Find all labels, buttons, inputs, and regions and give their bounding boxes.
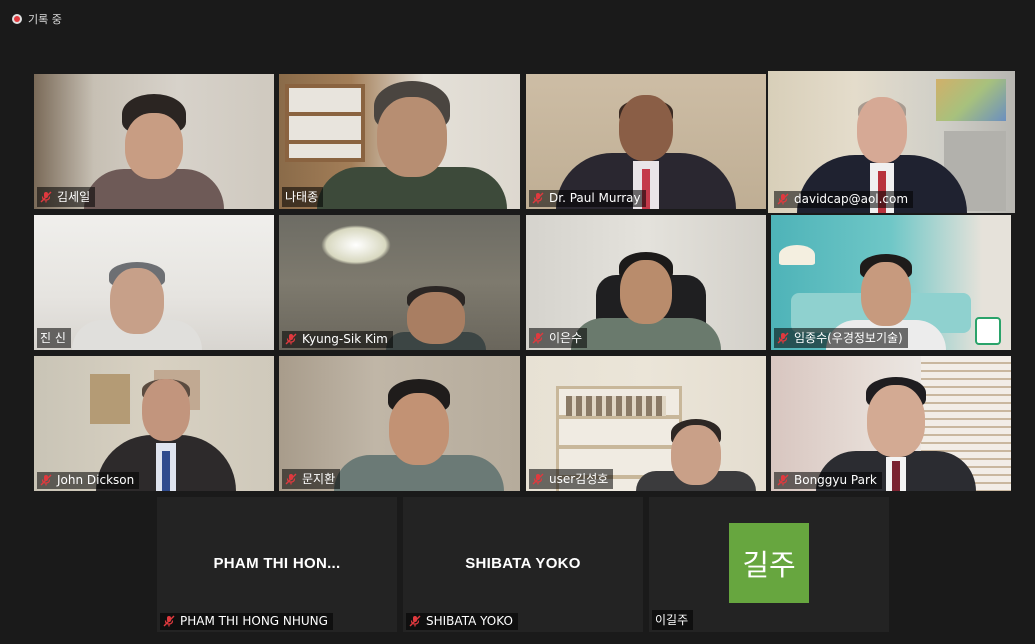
mic-muted-icon <box>285 473 297 485</box>
video-tile-10[interactable]: 문지환 <box>279 356 520 491</box>
mic-muted-icon <box>777 193 789 205</box>
participant-display-name: SHIBATA YOKO <box>465 555 581 572</box>
participant-name-tag: SHIBATA YOKO <box>406 613 518 630</box>
mic-muted-icon <box>285 333 297 345</box>
participant-name-tag: 나태종 <box>282 187 324 207</box>
participant-display-name: PHAM THI HON... <box>213 555 341 572</box>
mic-muted-icon <box>40 191 52 203</box>
participant-name-tag: 이길주 <box>652 610 694 630</box>
participant-name-tag: 진 신 <box>37 328 71 348</box>
video-tile-3[interactable]: Dr. Paul Murray <box>526 74 766 209</box>
video-tile-1[interactable]: 김세일 <box>34 74 274 209</box>
mic-muted-icon <box>532 332 544 344</box>
video-tile-2[interactable]: 나태종 <box>279 74 520 209</box>
participant-name-tag: John Dickson <box>37 472 140 489</box>
video-tile-4-active-speaker[interactable]: davidcap@aol.com <box>768 71 1015 213</box>
participant-name-tag: Bonggyu Park <box>774 472 882 489</box>
participant-name-tag: 이은수 <box>529 328 588 348</box>
participant-name-tag: davidcap@aol.com <box>774 191 914 208</box>
mic-muted-icon <box>409 615 421 627</box>
recording-dot-icon <box>12 14 22 24</box>
participant-name-tag: Kyung-Sik Kim <box>282 331 393 348</box>
video-tile-6[interactable]: Kyung-Sik Kim <box>279 215 520 350</box>
video-tile-5[interactable]: 진 신 <box>34 215 274 350</box>
mic-muted-icon <box>40 474 52 486</box>
participant-name-tag: 임종수(우경정보기술) <box>774 328 908 348</box>
video-tile-11[interactable]: user김성호 <box>526 356 766 491</box>
mic-muted-icon <box>777 332 789 344</box>
video-tile-9[interactable]: John Dickson <box>34 356 274 491</box>
video-tile-13-camera-off[interactable]: PHAM THI HON... PHAM THI HONG NHUNG <box>157 497 397 632</box>
video-tile-12[interactable]: Bonggyu Park <box>771 356 1011 491</box>
video-tile-14-camera-off[interactable]: SHIBATA YOKO SHIBATA YOKO <box>403 497 643 632</box>
video-tile-8[interactable]: 임종수(우경정보기술) <box>771 215 1011 350</box>
mic-muted-icon <box>532 192 544 204</box>
recording-indicator: 기록 중 <box>12 11 62 27</box>
participant-name-tag: 문지환 <box>282 469 341 489</box>
participant-name-tag: 김세일 <box>37 187 96 207</box>
mic-muted-icon <box>777 474 789 486</box>
mic-muted-icon <box>163 615 175 627</box>
participant-name-tag: PHAM THI HONG NHUNG <box>160 613 333 630</box>
recording-label: 기록 중 <box>28 13 62 26</box>
participant-name-tag: user김성호 <box>529 469 614 489</box>
video-tile-7[interactable]: 이은수 <box>526 215 766 350</box>
video-tile-15-camera-off[interactable]: 길주 이길주 <box>649 497 889 632</box>
mic-muted-icon <box>532 473 544 485</box>
participant-name-tag: Dr. Paul Murray <box>529 190 646 207</box>
participant-avatar: 길주 <box>729 523 809 603</box>
